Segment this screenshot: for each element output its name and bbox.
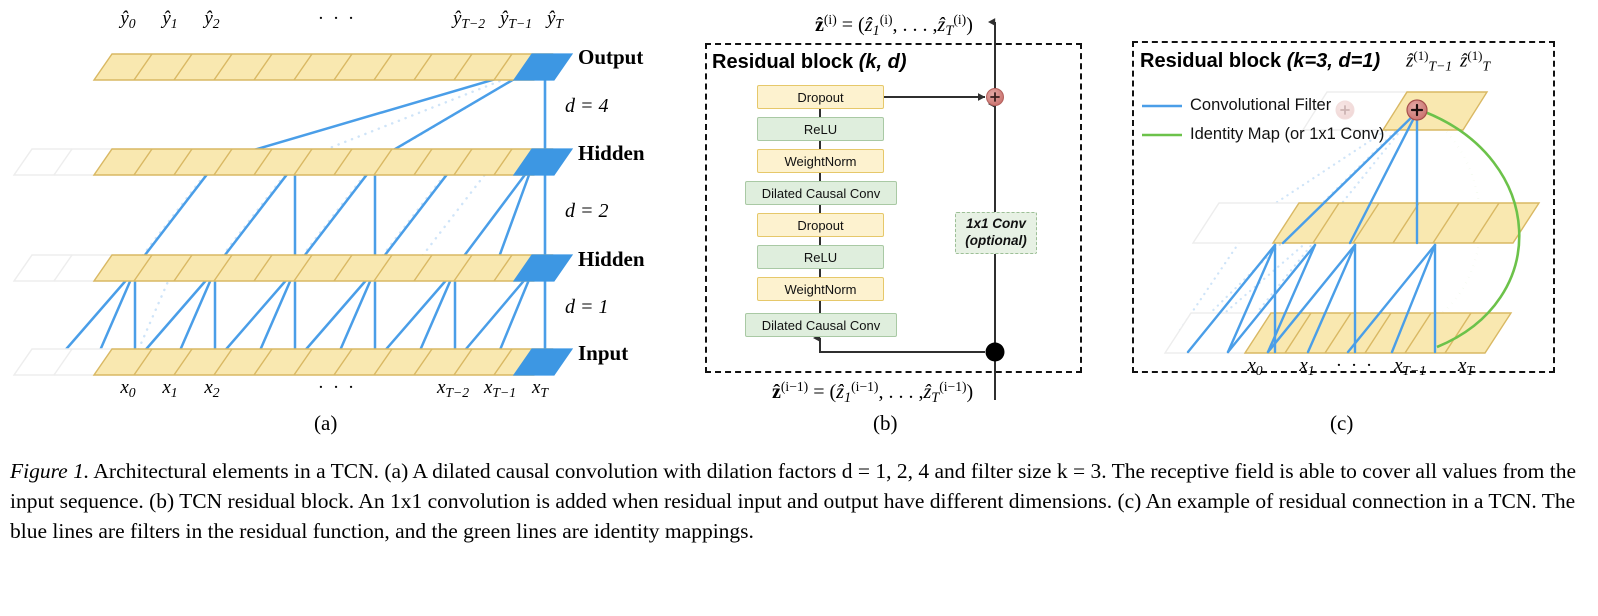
figure-container: ŷ0 ŷ1 ŷ2 · · · ŷT−2 ŷT−1 ŷT x0 x1 … <box>0 0 1598 616</box>
panel-c-bottom-tick-ellipsis: · · · <box>1335 355 1375 376</box>
subcaption-b: (b) <box>873 411 898 435</box>
subcaption-c: (c) <box>1330 411 1354 435</box>
panel-c-bottom-tick-0: x0 <box>1247 355 1263 378</box>
panel-c-bottom-tick-3: xT−1 <box>1393 355 1427 378</box>
panel-c-bottom-tick-1: x1 <box>1299 355 1315 378</box>
subcaption-a: (a) <box>314 411 338 435</box>
panel-c-legend-label-convolutional-filter: Convolutional Filter <box>1190 96 1332 114</box>
figure-caption-lead: Figure 1. <box>10 459 90 483</box>
figure-caption-body: Architectural elements in a TCN. (a) A d… <box>10 459 1577 544</box>
figure-caption: Figure 1. Architectural elements in a TC… <box>10 456 1590 546</box>
panel-c-output-tick-1: ẑ(1)T <box>1460 48 1491 74</box>
panel-c-bottom-tick-4: xT <box>1457 355 1475 378</box>
panel-c-output-tick-0: ẑ(1)T−1 <box>1406 48 1453 74</box>
panel-c-legend-label-identity-map: Identity Map (or 1x1 Conv) <box>1190 125 1385 143</box>
